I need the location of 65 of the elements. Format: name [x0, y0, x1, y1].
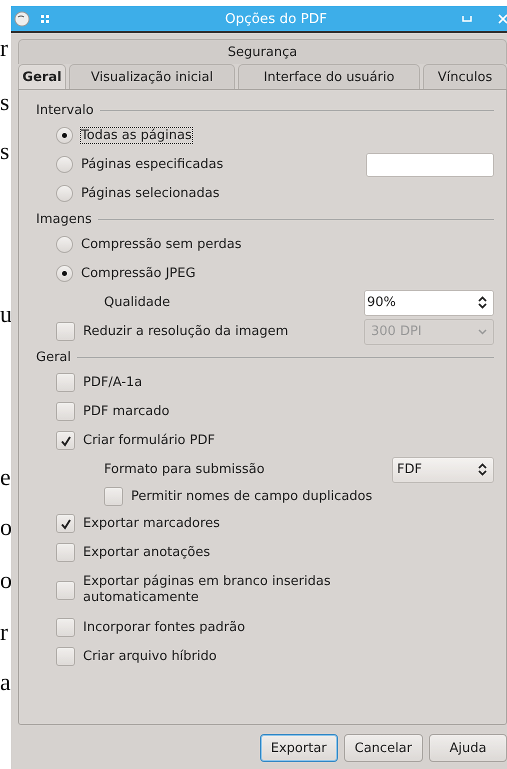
- document-text-fragment: r: [0, 37, 8, 61]
- grid-dots-icon[interactable]: [40, 14, 50, 24]
- radio-button[interactable]: [56, 236, 73, 253]
- checkbox-label[interactable]: Exportar marcadores: [83, 516, 220, 532]
- moon-icon[interactable]: [14, 10, 30, 26]
- checkbox-label[interactable]: PDF marcado: [83, 404, 170, 420]
- radio-label[interactable]: Páginas especificadas: [81, 157, 224, 172]
- checkbox-label[interactable]: Permitir nomes de campo duplicados: [131, 488, 372, 504]
- document-text-fragment: u: [0, 303, 12, 327]
- dialog-button[interactable]: Cancelar: [344, 734, 423, 762]
- pages-input-field[interactable]: [366, 152, 494, 176]
- radio-label[interactable]: Páginas selecionadas: [81, 186, 220, 201]
- window-title: Opções do PDF: [224, 10, 328, 26]
- radio-button[interactable]: [56, 156, 73, 173]
- checkbox-label[interactable]: PDF/A-1a: [83, 374, 142, 390]
- document-text-fragment: a: [0, 671, 11, 695]
- close-icon[interactable]: [498, 14, 507, 24]
- up-down-arrows-icon: [478, 463, 487, 476]
- checkmark-icon: [60, 434, 72, 446]
- checkbox-label[interactable]: Reduzir a resolução da imagem: [83, 324, 288, 340]
- checkbox-label[interactable]: Criar arquivo híbrido: [83, 648, 217, 664]
- document-text-fragment: o: [0, 516, 12, 540]
- checkbox-label[interactable]: Incorporar fontes padrão: [83, 620, 246, 636]
- quality-spinbox[interactable]: 90%: [364, 290, 494, 316]
- tab[interactable]: Interface do usuário: [238, 64, 420, 89]
- checkbox-label[interactable]: Exportar páginas em branco inseridas automaticamente: [83, 574, 383, 606]
- document-text-fragment: s: [0, 91, 10, 115]
- dialog-button[interactable]: Ajuda: [429, 734, 507, 762]
- radio-button[interactable]: [56, 127, 73, 144]
- radio-button[interactable]: [56, 185, 73, 202]
- chevron-down-icon: [478, 328, 487, 334]
- tab[interactable]: Vínculos: [423, 64, 507, 89]
- tab[interactable]: Segurança: [18, 39, 507, 64]
- up-down-arrows-icon: [478, 296, 487, 309]
- checkbox[interactable]: [56, 373, 75, 392]
- quality-label: Qualidade: [104, 295, 172, 310]
- document-text-fragment: r: [0, 621, 8, 645]
- checkbox-label[interactable]: Criar formulário PDF: [83, 432, 215, 448]
- checkmark-icon: [60, 518, 72, 530]
- format-dropdown[interactable]: FDF: [392, 456, 494, 482]
- section-title: Geral: [36, 350, 71, 364]
- tab[interactable]: Geral: [18, 64, 66, 89]
- checkbox[interactable]: [56, 647, 75, 666]
- radio-label[interactable]: Compressão JPEG: [81, 266, 196, 281]
- document-text-fragment: e: [0, 466, 11, 490]
- section-title: Imagens: [36, 212, 92, 226]
- document-text-fragment: o: [0, 569, 12, 593]
- radio-label[interactable]: Todas as páginas: [81, 128, 192, 143]
- checkbox[interactable]: [104, 487, 123, 506]
- radio-button[interactable]: [56, 265, 73, 282]
- checkbox[interactable]: [56, 514, 75, 533]
- checkbox[interactable]: [56, 431, 75, 450]
- checkbox-label[interactable]: Exportar anotações: [83, 544, 210, 560]
- checkbox[interactable]: [56, 543, 75, 562]
- checkbox[interactable]: [56, 402, 75, 421]
- section-title: Intervalo: [36, 102, 94, 118]
- radio-label[interactable]: Compressão sem perdas: [81, 237, 242, 252]
- document-text-fragment: s: [0, 140, 10, 164]
- checkbox[interactable]: [56, 618, 75, 637]
- format-label: Formato para submissão: [104, 462, 266, 477]
- checkbox[interactable]: [56, 580, 75, 600]
- tab[interactable]: Visualização inicial: [69, 64, 235, 89]
- checkbox[interactable]: [56, 322, 75, 341]
- dialog-button[interactable]: Exportar: [260, 734, 338, 762]
- minimize-icon[interactable]: [462, 16, 472, 22]
